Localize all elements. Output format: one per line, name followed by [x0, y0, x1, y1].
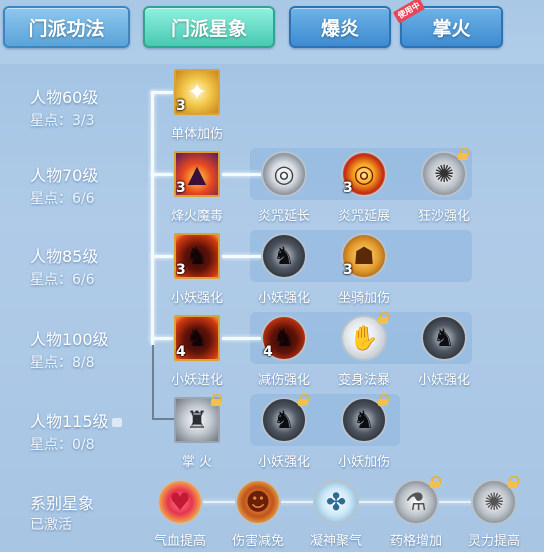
demon-dark-icon: ♞ — [261, 233, 307, 279]
level-points-100: 星点：8/8 — [30, 355, 95, 371]
series-damage-reduce[interactable]: ☻ — [232, 476, 284, 528]
tab-label: 掌火 — [432, 17, 471, 40]
branch-line — [151, 91, 173, 94]
lock-icon — [378, 312, 389, 324]
tab-label: 门派星象 — [170, 17, 247, 40]
lock-icon — [111, 418, 122, 427]
heart-icon: ♥ — [157, 479, 203, 525]
series-potion-slots[interactable]: ⚗ — [390, 476, 442, 528]
node-label: 小妖加伤 — [337, 455, 390, 470]
in-use-badge: 使用中 — [392, 0, 426, 24]
node-imp-boost-4[interactable]: ♞ — [258, 394, 310, 446]
node-beacon-poison[interactable]: ▲ 3 — [171, 148, 223, 200]
level-points-70: 星点：6/6 — [30, 191, 95, 207]
node-mount-damage[interactable]: ☗ 3 — [338, 230, 390, 282]
node-imp-damage[interactable]: ♞ — [338, 394, 390, 446]
node-transform-crit[interactable]: ✋ — [338, 312, 390, 364]
node-count: 4 — [176, 344, 186, 360]
shield-man-icon: ☻ — [235, 479, 281, 525]
node-count: 3 — [176, 98, 186, 114]
node-imp-boost-3[interactable]: ♞ — [418, 312, 470, 364]
node-label: 狂沙强化 — [417, 209, 470, 224]
row-link-line — [222, 255, 262, 258]
level-name-85: 人物85级 — [30, 247, 99, 266]
node-imp-evolve[interactable]: ♞ 4 — [171, 312, 223, 364]
tab-explosive-fire[interactable]: 爆炎 — [289, 6, 391, 48]
node-curse-spread[interactable]: ◎ 3 — [338, 148, 390, 200]
series-spirit-up[interactable]: ✺ — [468, 476, 520, 528]
branch-line — [151, 173, 173, 176]
node-count: 3 — [343, 262, 353, 278]
lock-icon — [430, 476, 441, 488]
series-stars-status: 已激活 — [30, 517, 72, 533]
series-label: 凝神聚气 — [309, 534, 362, 549]
node-label: 单体加伤 — [170, 127, 223, 142]
node-label: 小妖强化 — [257, 455, 310, 470]
series-label: 灵力提高 — [467, 534, 520, 549]
level-points-115: 星点：0/8 — [30, 437, 95, 453]
node-sandstorm-boost[interactable]: ✺ — [418, 148, 470, 200]
tab-sect-skills[interactable]: 门派功法 — [3, 6, 130, 48]
white-ring-icon: ◎ — [261, 151, 307, 197]
lock-icon — [378, 394, 389, 406]
level-name-115-text: 人物115级 — [30, 412, 109, 431]
node-label: 炎咒延长 — [257, 209, 310, 224]
series-label: 伤害减免 — [231, 534, 284, 549]
level-name-100: 人物100级 — [30, 330, 109, 349]
node-damage-reduction[interactable]: ♞ 4 — [258, 312, 310, 364]
tab-label: 门派功法 — [28, 17, 105, 40]
demon-dark-icon: ♞ — [421, 315, 467, 361]
meditate-icon: ✤ — [313, 479, 359, 525]
node-label: 掌 火 — [181, 455, 213, 470]
branch-line — [151, 337, 173, 340]
row-link-line — [222, 337, 262, 340]
node-palm-fire[interactable]: ♜ — [171, 394, 223, 446]
tab-palm-fire[interactable]: 使用中 掌火 — [392, 0, 503, 48]
lock-icon — [211, 394, 222, 406]
node-label: 小妖进化 — [170, 373, 223, 388]
node-count: 3 — [176, 180, 186, 196]
node-imp-boost-2[interactable]: ♞ — [258, 230, 310, 282]
node-curse-extend[interactable]: ◎ — [258, 148, 310, 200]
lock-icon — [298, 394, 309, 406]
node-count: 4 — [263, 344, 273, 360]
lock-icon — [458, 148, 469, 160]
node-label: 炎咒延展 — [337, 209, 390, 224]
node-label: 减伤强化 — [257, 373, 310, 388]
series-label: 气血提高 — [153, 534, 206, 549]
lock-icon — [508, 476, 519, 488]
node-label: 坐骑加伤 — [337, 291, 390, 306]
series-label: 药格增加 — [389, 534, 442, 549]
node-imp-boost[interactable]: ♞ 3 — [171, 230, 223, 282]
node-single-target-damage[interactable]: ✦ 3 — [171, 66, 223, 118]
level-name-60: 人物60级 — [30, 88, 99, 107]
node-label: 烽火魔毒 — [170, 209, 223, 224]
level-name-70: 人物70级 — [30, 166, 99, 185]
node-count: 3 — [176, 262, 186, 278]
series-stars-title: 系别星象 — [30, 494, 95, 513]
node-count: 3 — [343, 180, 353, 196]
branch-line — [151, 255, 173, 258]
level-name-115: 人物115级 — [30, 408, 122, 432]
level-points-85: 星点：6/6 — [30, 272, 95, 288]
row-link-line — [222, 173, 262, 176]
tab-sect-stars[interactable]: 门派星象 — [143, 6, 275, 48]
series-hp-up[interactable]: ♥ — [154, 476, 206, 528]
node-label: 小妖强化 — [257, 291, 310, 306]
level-points-60: 星点：3/3 — [30, 113, 95, 129]
node-label: 小妖强化 — [417, 373, 470, 388]
series-focus-qi[interactable]: ✤ — [310, 476, 362, 528]
node-label: 小妖强化 — [170, 291, 223, 306]
tab-label: 爆炎 — [320, 17, 359, 40]
node-label: 变身法暴 — [337, 373, 390, 388]
